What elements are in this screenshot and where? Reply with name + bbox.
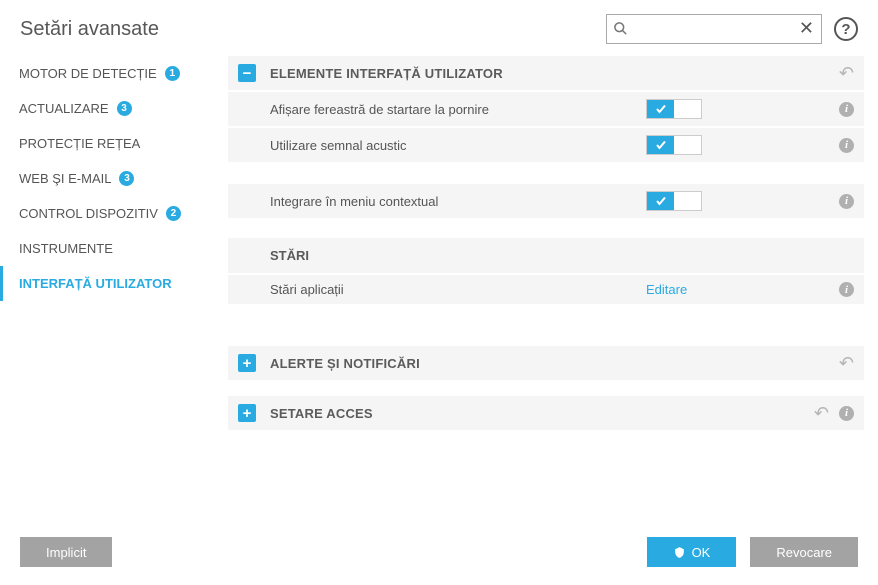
info-icon[interactable]: i bbox=[839, 406, 854, 421]
toggle-sound[interactable] bbox=[646, 135, 702, 155]
row-label: Afișare fereastră de startare la pornire bbox=[270, 102, 646, 117]
sidebar-item-label: PROTECȚIE REȚEA bbox=[19, 136, 140, 151]
info-icon[interactable]: i bbox=[839, 138, 854, 153]
sidebar-item-web-email[interactable]: WEB ŞI E-MAIL 3 bbox=[0, 161, 228, 196]
page-title: Setări avansate bbox=[20, 18, 606, 41]
section-title: SETARE ACCES bbox=[270, 406, 814, 421]
sidebar-item-label: INSTRUMENTE bbox=[19, 241, 113, 256]
help-icon[interactable]: ? bbox=[834, 17, 858, 41]
check-icon bbox=[655, 139, 667, 151]
undo-icon[interactable]: ↶ bbox=[814, 404, 829, 422]
main-panel: − ELEMENTE INTERFAȚĂ UTILIZATOR ↶ Afișar… bbox=[228, 50, 878, 535]
toggle-splash[interactable] bbox=[646, 99, 702, 119]
section-header-ui-elements[interactable]: − ELEMENTE INTERFAȚĂ UTILIZATOR ↶ bbox=[228, 56, 864, 90]
section-title: ELEMENTE INTERFAȚĂ UTILIZATOR bbox=[270, 66, 839, 81]
sidebar-item-label: WEB ŞI E-MAIL bbox=[19, 171, 111, 186]
edit-link[interactable]: Editare bbox=[646, 282, 687, 297]
info-icon[interactable]: i bbox=[839, 102, 854, 117]
section-header-alerts[interactable]: + ALERTE ȘI NOTIFICĂRI ↶ bbox=[228, 346, 864, 380]
cancel-button[interactable]: Revocare bbox=[750, 537, 858, 567]
sidebar-item-user-interface[interactable]: INTERFAȚĂ UTILIZATOR bbox=[0, 266, 228, 301]
shield-icon bbox=[673, 546, 686, 559]
undo-icon[interactable]: ↶ bbox=[839, 354, 854, 372]
sidebar-item-label: CONTROL DISPOZITIV bbox=[19, 206, 158, 221]
badge: 3 bbox=[117, 101, 132, 116]
sidebar-item-network[interactable]: PROTECȚIE REȚEA bbox=[0, 126, 228, 161]
row-splash-screen: Afișare fereastră de startare la pornire… bbox=[228, 92, 864, 126]
clear-icon[interactable]: ✕ bbox=[799, 19, 814, 37]
sidebar-item-label: INTERFAȚĂ UTILIZATOR bbox=[19, 276, 172, 291]
expand-icon[interactable]: + bbox=[238, 404, 256, 422]
sidebar-item-label: MOTOR DE DETECȚIE bbox=[19, 66, 157, 81]
ok-button[interactable]: OK bbox=[647, 537, 737, 567]
badge: 3 bbox=[119, 171, 134, 186]
undo-icon[interactable]: ↶ bbox=[839, 64, 854, 82]
default-button[interactable]: Implicit bbox=[20, 537, 112, 567]
sidebar-item-detection[interactable]: MOTOR DE DETECȚIE 1 bbox=[0, 56, 228, 91]
badge: 2 bbox=[166, 206, 181, 221]
badge: 1 bbox=[165, 66, 180, 81]
sidebar-item-label: ACTUALIZARE bbox=[19, 101, 109, 116]
search-input[interactable] bbox=[606, 14, 822, 44]
row-label: Stări aplicații bbox=[270, 282, 646, 297]
search-container: ✕ bbox=[606, 14, 822, 44]
subsection-states: STĂRI bbox=[228, 238, 864, 273]
sidebar: MOTOR DE DETECȚIE 1 ACTUALIZARE 3 PROTEC… bbox=[0, 50, 228, 535]
expand-icon[interactable]: + bbox=[238, 354, 256, 372]
row-label: Utilizare semnal acustic bbox=[270, 138, 646, 153]
section-header-access[interactable]: + SETARE ACCES ↶ i bbox=[228, 396, 864, 430]
row-context-menu: Integrare în meniu contextual i bbox=[228, 184, 864, 218]
sidebar-item-update[interactable]: ACTUALIZARE 3 bbox=[0, 91, 228, 126]
collapse-icon[interactable]: − bbox=[238, 64, 256, 82]
row-label: Integrare în meniu contextual bbox=[270, 194, 646, 209]
row-sound-signal: Utilizare semnal acustic i bbox=[228, 128, 864, 162]
toggle-context-menu[interactable] bbox=[646, 191, 702, 211]
check-icon bbox=[655, 103, 667, 115]
section-title: ALERTE ȘI NOTIFICĂRI bbox=[270, 356, 839, 371]
info-icon[interactable]: i bbox=[839, 282, 854, 297]
search-icon bbox=[613, 21, 628, 36]
ok-button-label: OK bbox=[692, 545, 711, 560]
row-app-states: Stări aplicații Editare i bbox=[228, 275, 864, 304]
sidebar-item-tools[interactable]: INSTRUMENTE bbox=[0, 231, 228, 266]
sidebar-item-device-control[interactable]: CONTROL DISPOZITIV 2 bbox=[0, 196, 228, 231]
info-icon[interactable]: i bbox=[839, 194, 854, 209]
subsection-title: STĂRI bbox=[270, 248, 309, 263]
check-icon bbox=[655, 195, 667, 207]
